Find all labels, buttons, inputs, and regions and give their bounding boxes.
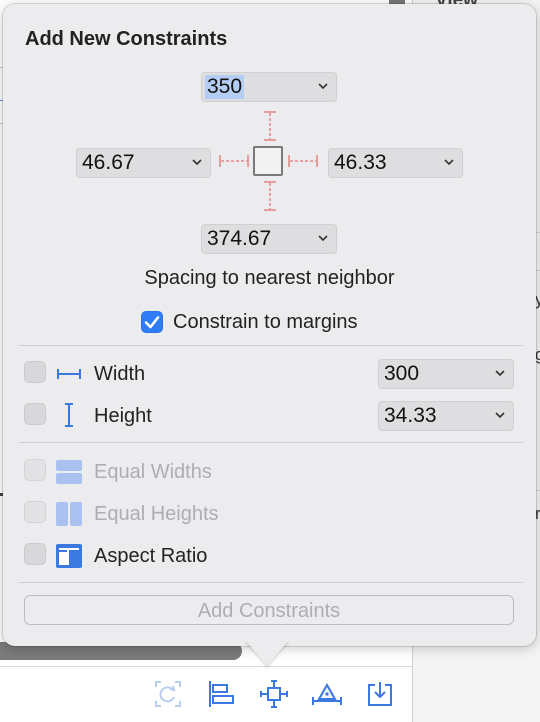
canvas-bottom-toolbar <box>140 674 418 714</box>
left-pin-icon[interactable] <box>218 151 250 171</box>
width-value-combobox[interactable]: 300 <box>378 359 514 389</box>
chevron-down-icon[interactable] <box>317 80 329 92</box>
aspect-ratio-label: Aspect Ratio <box>94 545 208 567</box>
spacing-label: Spacing to nearest neighbor <box>144 267 395 289</box>
top-spacing-combobox[interactable]: 350 <box>201 72 337 102</box>
height-icon <box>65 403 73 427</box>
width-value[interactable]: 300 <box>384 362 419 386</box>
popover-title: Add New Constraints <box>25 28 228 50</box>
equal-widths-label: Equal Widths <box>94 461 212 483</box>
chevron-down-icon[interactable] <box>443 156 455 168</box>
aspect-ratio-icon <box>56 544 82 568</box>
section-divider <box>19 582 523 583</box>
bottom-spacing-value[interactable]: 374.67 <box>207 227 271 251</box>
section-divider <box>19 442 523 443</box>
selected-view-square <box>253 146 283 176</box>
aspect-ratio-checkbox[interactable] <box>24 543 46 565</box>
align-icon[interactable] <box>201 674 241 714</box>
update-frames-icon[interactable] <box>148 674 188 714</box>
equal-widths-checkbox[interactable] <box>24 459 46 481</box>
width-checkbox[interactable] <box>24 361 46 383</box>
left-spacing-value[interactable]: 46.67 <box>82 151 135 175</box>
equal-widths-icon <box>56 460 82 484</box>
bottom-pin-icon[interactable] <box>260 180 280 212</box>
height-value-combobox[interactable]: 34.33 <box>378 401 514 431</box>
equal-heights-checkbox[interactable] <box>24 501 46 523</box>
equal-heights-icon <box>56 502 82 526</box>
width-label: Width <box>94 363 146 385</box>
chevron-down-icon[interactable] <box>494 409 506 421</box>
right-pin-icon[interactable] <box>287 151 319 171</box>
popover-arrow <box>245 640 289 666</box>
chevron-down-icon[interactable] <box>191 156 203 168</box>
resolve-issues-icon[interactable] <box>307 674 347 714</box>
height-checkbox[interactable] <box>24 403 46 425</box>
add-constraints-button[interactable]: Add Constraints <box>24 595 514 625</box>
right-spacing-value[interactable]: 46.33 <box>334 151 387 175</box>
add-constraints-icon[interactable] <box>254 674 294 714</box>
left-spacing-combobox[interactable]: 46.67 <box>76 148 211 178</box>
bottom-spacing-combobox[interactable]: 374.67 <box>201 224 337 254</box>
equal-heights-label: Equal Heights <box>94 503 219 525</box>
height-label: Height <box>94 405 152 427</box>
constrain-to-margins-label: Constrain to margins <box>173 311 358 333</box>
checkmark-icon <box>144 316 160 329</box>
add-constraints-popover: Add New Constraints 350 46.67 46.33 374.… <box>3 4 536 646</box>
top-spacing-value[interactable]: 350 <box>205 75 245 99</box>
section-divider <box>19 345 523 346</box>
width-icon <box>57 369 81 379</box>
chevron-down-icon[interactable] <box>317 232 329 244</box>
constrain-to-margins-checkbox[interactable] <box>141 311 163 333</box>
top-pin-icon[interactable] <box>260 110 280 142</box>
embed-in-icon[interactable] <box>360 674 400 714</box>
right-spacing-combobox[interactable]: 46.33 <box>328 148 463 178</box>
bottom-divider <box>0 666 412 667</box>
height-value[interactable]: 34.33 <box>384 404 437 428</box>
chevron-down-icon[interactable] <box>494 367 506 379</box>
